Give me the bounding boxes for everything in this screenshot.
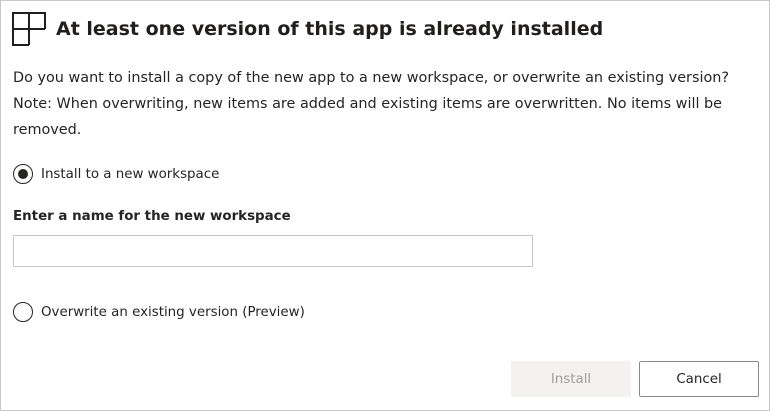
cancel-button[interactable]: Cancel	[639, 361, 759, 397]
description-question: Do you want to install a copy of the new…	[13, 70, 730, 86]
workspace-icon	[12, 12, 46, 46]
radio-selected-dot	[18, 169, 28, 179]
dialog-description: Do you want to install a copy of the new…	[13, 65, 761, 143]
radio-option-new-workspace[interactable]: Install to a new workspace	[13, 164, 219, 184]
radio-label-new-workspace: Install to a new workspace	[41, 166, 220, 182]
radio-label-overwrite: Overwrite an existing version (Preview)	[41, 304, 305, 320]
radio-option-overwrite[interactable]: Overwrite an existing version (Preview)	[13, 302, 305, 322]
radio-button-new-workspace[interactable]	[13, 164, 33, 184]
dialog-title: At least one version of this app is alre…	[56, 18, 604, 40]
dialog-header: At least one version of this app is alre…	[12, 12, 603, 46]
install-app-dialog: At least one version of this app is alre…	[0, 0, 770, 411]
workspace-name-label: Enter a name for the new workspace	[13, 209, 291, 224]
workspace-name-input[interactable]	[13, 235, 533, 267]
radio-button-overwrite[interactable]	[13, 302, 33, 322]
description-note: Note: When overwriting, new items are ad…	[13, 96, 723, 138]
install-button[interactable]: Install	[511, 361, 631, 397]
